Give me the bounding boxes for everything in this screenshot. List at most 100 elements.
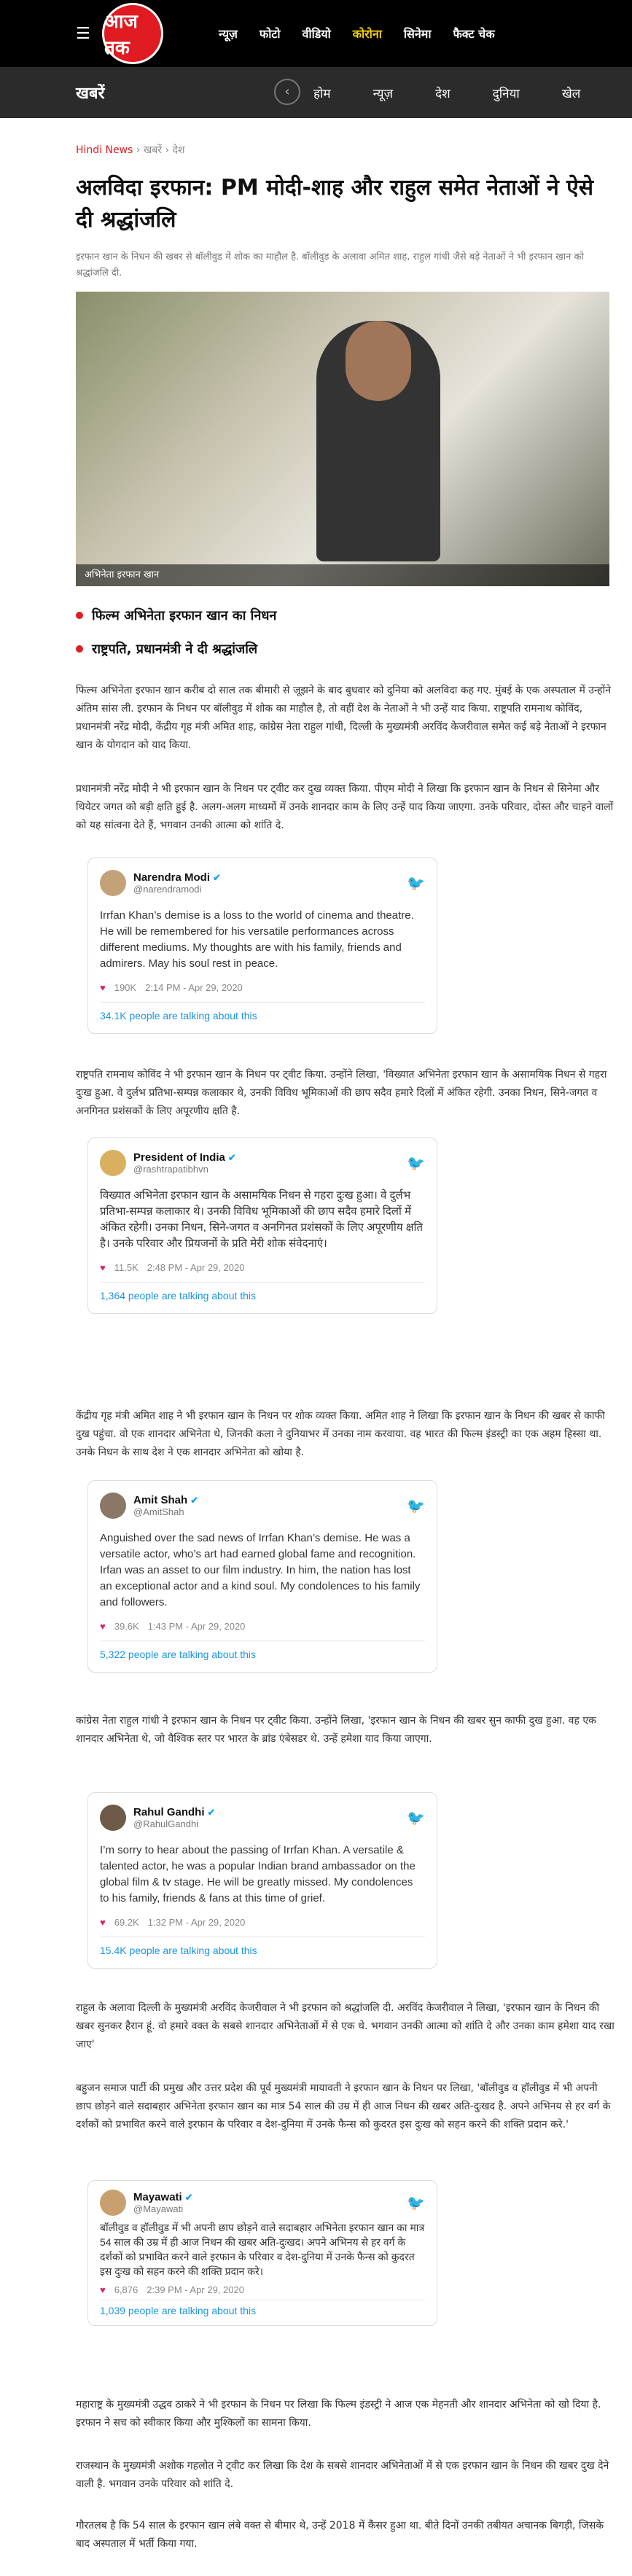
avatar xyxy=(100,2190,126,2216)
top-bar: ☰ आज तक न्यूज़ फोटो वीडियो कोरोना सिनेमा… xyxy=(0,0,632,67)
twitter-bird-icon[interactable]: 🐦 xyxy=(407,1497,425,1515)
paragraph-9: राजस्थान के मुख्यमंत्री अशोक गहलोत ने ट्… xyxy=(76,2460,609,2490)
tweet-talking-link[interactable]: 5,322 people are talking about this xyxy=(100,1641,425,1660)
heart-icon[interactable]: ♥ xyxy=(100,2284,106,2295)
paragraph-3: राष्ट्रपति रामनाथ कोविंद ने भी इरफान खान… xyxy=(76,1069,607,1117)
person-face xyxy=(346,321,411,401)
chevron-left-icon[interactable]: ‹ xyxy=(274,79,300,105)
paragraph-10: गौरतलब है कि 54 साल के इरफान खान लंबे वक… xyxy=(76,2520,604,2550)
tweet-card[interactable]: Rahul Gandhi ✔ @RahulGandhi 🐦 I’m sorry t… xyxy=(87,1792,437,1969)
verified-icon: ✔ xyxy=(207,1807,216,1818)
menu-icon[interactable]: ☰ xyxy=(76,25,102,43)
heart-icon[interactable]: ♥ xyxy=(100,982,106,993)
paragraph-2: प्रधानमंत्री नरेंद्र मोदी ने भी इरफान खा… xyxy=(76,783,614,831)
nav-video[interactable]: वीडियो xyxy=(303,26,331,42)
paragraph-8: महाराष्ट्र के मुख्यमंत्री उद्धव ठाकरे ने… xyxy=(76,2399,601,2429)
highlight-text: फिल्म अभिनेता इरफान खान का निधन xyxy=(92,608,277,623)
tweet-likes: 39.6K xyxy=(114,1621,139,1632)
tweet-time[interactable]: 1:43 PM - Apr 29, 2020 xyxy=(148,1621,246,1632)
tweet-likes: 69.2K xyxy=(114,1917,139,1928)
twitter-bird-icon[interactable]: 🐦 xyxy=(407,1809,425,1827)
site-logo[interactable]: आज तक xyxy=(102,3,163,64)
tweet-author[interactable]: President of India xyxy=(133,1151,225,1164)
tweet-likes: 190K xyxy=(114,982,137,993)
secnav-country[interactable]: देश xyxy=(435,85,450,101)
bullet-dot xyxy=(76,645,83,653)
secnav-world[interactable]: दुनिया xyxy=(493,85,520,101)
heart-icon[interactable]: ♥ xyxy=(100,1621,106,1632)
twitter-bird-icon[interactable]: 🐦 xyxy=(407,874,425,892)
bullet-dot xyxy=(76,612,83,619)
nav-news[interactable]: न्यूज़ xyxy=(219,26,238,42)
tweet-handle[interactable]: @Mayawati xyxy=(133,2203,193,2214)
breadcrumb: Hindi News › खबरें › देश xyxy=(76,144,185,156)
nav-corona[interactable]: कोरोना xyxy=(353,26,382,42)
section-label: खबरें xyxy=(76,85,105,103)
tweet-time[interactable]: 2:14 PM - Apr 29, 2020 xyxy=(145,982,243,993)
highlight-text: राष्ट्रपति, प्रधानमंत्री ने दी श्रद्धांज… xyxy=(92,642,258,657)
top-nav: न्यूज़ फोटो वीडियो कोरोना सिनेमा फैक्ट च… xyxy=(219,0,495,67)
tweet-handle[interactable]: @narendramodi xyxy=(133,884,221,895)
tweet-talking-link[interactable]: 34.1K people are talking about this xyxy=(100,1002,425,1022)
tweet-time[interactable]: 2:39 PM - Apr 29, 2020 xyxy=(147,2284,244,2295)
avatar xyxy=(100,1805,126,1831)
avatar xyxy=(100,1150,126,1176)
verified-icon: ✔ xyxy=(213,872,221,883)
highlight-item: राष्ट्रपति, प्रधानमंत्री ने दी श्रद्धांज… xyxy=(76,640,276,658)
article-title: अलविदा इरफान: PM मोदी-शाह और राहुल समेत … xyxy=(76,175,594,233)
tweet-talking-link[interactable]: 15.4K people are talking about this xyxy=(100,1937,425,1956)
twitter-bird-icon[interactable]: 🐦 xyxy=(407,1154,425,1172)
section-nav: होम न्यूज़ देश दुनिया खेल xyxy=(313,67,580,118)
tweet-card[interactable]: Mayawati ✔ @Mayawati 🐦 बॉलीवुड व हॉलीवुड … xyxy=(87,2180,437,2326)
breadcrumb-country[interactable]: देश xyxy=(173,144,185,156)
tweet-author[interactable]: Mayawati xyxy=(133,2191,182,2203)
tweet-talking-link[interactable]: 1,039 people are talking about this xyxy=(100,2300,425,2316)
paragraph-7: बहुजन समाज पार्टी की प्रमुख और उत्तर प्र… xyxy=(76,2082,611,2131)
tweet-time[interactable]: 1:32 PM - Apr 29, 2020 xyxy=(148,1917,246,1928)
tweet-text: बॉलीवुड व हॉलीवुड में भी अपनी छाप छोड़ने… xyxy=(100,2222,425,2277)
paragraph-4: केंद्रीय गृह मंत्री अमित शाह ने भी इरफान… xyxy=(76,1410,605,1458)
tweet-handle[interactable]: @AmitShah xyxy=(133,1506,198,1517)
secnav-news[interactable]: न्यूज़ xyxy=(373,85,394,101)
tweet-text: Irrfan Khan’s demise is a loss to the wo… xyxy=(100,909,414,970)
highlight-item: फिल्म अभिनेता इरफान खान का निधन xyxy=(76,607,276,624)
tweet-author[interactable]: Amit Shah xyxy=(133,1494,187,1506)
logo-text: आज तक xyxy=(104,11,138,59)
nav-photo[interactable]: फोटो xyxy=(260,26,281,42)
verified-icon: ✔ xyxy=(184,2192,193,2203)
article-summary: इरफान खान के निधन की खबर से बॉलीवुड में … xyxy=(76,252,584,279)
secnav-sports[interactable]: खेल xyxy=(562,85,580,101)
tweet-card[interactable]: Amit Shah ✔ @AmitShah 🐦 Anguished over th… xyxy=(87,1480,437,1673)
tweet-handle[interactable]: @RahulGandhi xyxy=(133,1818,215,1829)
nav-cinema[interactable]: सिनेमा xyxy=(404,26,432,42)
avatar xyxy=(100,1493,126,1519)
verified-icon: ✔ xyxy=(227,1152,236,1163)
paragraph-1: फिल्म अभिनेता इरफान खान करीब दो साल तक ब… xyxy=(76,685,611,751)
heart-icon[interactable]: ♥ xyxy=(100,1262,106,1273)
tweet-likes: 6,876 xyxy=(114,2284,139,2295)
tweet-likes: 11.5K xyxy=(114,1262,139,1273)
breadcrumb-news[interactable]: खबरें xyxy=(144,144,162,156)
tweet-text: Anguished over the sad news of Irrfan Kh… xyxy=(100,1532,421,1608)
tweet-time[interactable]: 2:48 PM - Apr 29, 2020 xyxy=(147,1262,245,1273)
paragraph-5: कांग्रेस नेता राहुल गांधी ने इरफान खान क… xyxy=(76,1715,596,1745)
breadcrumb-home[interactable]: Hindi News xyxy=(76,144,133,156)
tweet-card[interactable]: President of India ✔ @rashtrapatibhvn 🐦 व… xyxy=(87,1137,437,1314)
image-caption: अभिनेता इरफान खान xyxy=(76,564,609,586)
twitter-bird-icon[interactable]: 🐦 xyxy=(407,2194,425,2212)
avatar xyxy=(100,870,126,896)
tweet-text: I’m sorry to hear about the passing of I… xyxy=(100,1844,416,1904)
heart-icon[interactable]: ♥ xyxy=(100,1917,106,1928)
tweet-text: विख्यात अभिनेता इरफान खान के असामयिक निध… xyxy=(100,1189,423,1250)
paragraph-6: राहुल के अलावा दिल्ली के मुख्यमंत्री अरव… xyxy=(76,2002,615,2050)
section-bar: खबरें ‹ होम न्यूज़ देश दुनिया खेल xyxy=(0,67,632,118)
verified-icon: ✔ xyxy=(190,1495,199,1506)
secnav-home[interactable]: होम xyxy=(313,85,331,101)
tweet-author[interactable]: Narendra Modi xyxy=(133,871,210,884)
tweet-author[interactable]: Rahul Gandhi xyxy=(133,1806,205,1818)
highlights: फिल्म अभिनेता इरफान खान का निधन राष्ट्रप… xyxy=(76,607,276,674)
tweet-handle[interactable]: @rashtrapatibhvn xyxy=(133,1164,236,1175)
tweet-card[interactable]: Narendra Modi ✔ @narendramodi 🐦 Irrfan Kh… xyxy=(87,857,437,1034)
nav-fact-check[interactable]: फैक्ट चेक xyxy=(453,26,494,42)
tweet-talking-link[interactable]: 1,364 people are talking about this xyxy=(100,1282,425,1301)
